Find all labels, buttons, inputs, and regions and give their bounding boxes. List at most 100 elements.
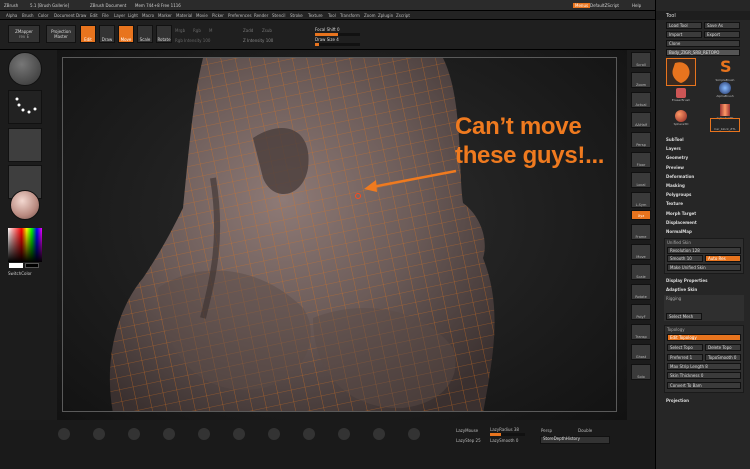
menu-material[interactable]: Material bbox=[176, 13, 192, 18]
zoom-button[interactable]: Zoom bbox=[631, 72, 651, 88]
edit-button[interactable]: Edit bbox=[80, 25, 96, 43]
menu-light[interactable]: Light bbox=[128, 13, 138, 18]
secondary-color-swatch[interactable] bbox=[25, 263, 39, 268]
brush-slot-icon[interactable] bbox=[338, 428, 350, 440]
ghost-button[interactable]: Ghost bbox=[631, 344, 651, 360]
smooth-slider[interactable]: Smooth 10 bbox=[667, 255, 703, 262]
menu-texture[interactable]: Texture bbox=[308, 13, 323, 18]
menu-stroke[interactable]: Stroke bbox=[290, 13, 303, 18]
alphabrush-thumbnail[interactable]: AlphaBrush bbox=[710, 82, 740, 102]
geometry-section[interactable]: Geometry bbox=[666, 153, 697, 162]
store-depth-history-button[interactable]: StoreDepthHistory bbox=[540, 436, 610, 444]
topo-smooth-slider[interactable]: TopoSmooth 0 bbox=[705, 354, 741, 361]
topology-title[interactable]: Topology bbox=[665, 326, 743, 333]
lazystep-label[interactable]: LazyStep 25 bbox=[456, 438, 481, 443]
brush-slot-icon[interactable] bbox=[198, 428, 210, 440]
lazymouse-toggle[interactable]: LazyMouse bbox=[456, 428, 478, 433]
sphere3d-thumbnail[interactable]: Sphere3D bbox=[666, 110, 696, 130]
skin-thickness-slider[interactable]: Skin Thickness 0 bbox=[667, 372, 741, 379]
menu-zoom[interactable]: Zoom bbox=[364, 13, 376, 18]
zsub-toggle[interactable]: Zsub bbox=[262, 28, 272, 33]
clone-button[interactable]: Clone bbox=[666, 40, 740, 47]
resolution-slider[interactable]: Resolution 128 bbox=[667, 247, 741, 254]
local-button[interactable]: Local bbox=[631, 172, 651, 188]
brush-slot-icon[interactable] bbox=[58, 428, 70, 440]
stroke-thumbnail[interactable] bbox=[8, 90, 42, 124]
menu-zscript[interactable]: Zscript bbox=[396, 13, 410, 18]
polyf-button[interactable]: PolyF bbox=[631, 304, 651, 320]
rotate-view-button[interactable]: Rotate bbox=[631, 284, 651, 300]
export-button[interactable]: Export bbox=[704, 31, 740, 38]
solo-button[interactable]: Solo bbox=[631, 364, 651, 380]
delete-topo-button[interactable]: Delete Topo bbox=[705, 344, 741, 351]
simplebrush-thumbnail[interactable]: S SimpleBrush bbox=[710, 57, 740, 82]
unified-skin-title[interactable]: Unified Skin bbox=[665, 239, 743, 246]
menu-alpha[interactable]: Alpha bbox=[6, 13, 17, 18]
frame-button[interactable]: Frame bbox=[631, 224, 651, 240]
scroll-button[interactable]: Scroll bbox=[631, 52, 651, 68]
menu-draw[interactable]: Draw bbox=[76, 13, 86, 18]
switch-color-button[interactable]: SwitchColor bbox=[8, 271, 32, 276]
move-button[interactable]: Move bbox=[118, 25, 134, 43]
brush-slot-icon[interactable] bbox=[268, 428, 280, 440]
load-tool-button[interactable]: Load Tool bbox=[666, 22, 702, 29]
default-zscript-button[interactable]: DefaultZScript bbox=[590, 3, 619, 8]
brush-slot-icon[interactable] bbox=[373, 428, 385, 440]
brush-slot-icon[interactable] bbox=[408, 428, 420, 440]
lazyradius-label[interactable]: LazyRadius 38 bbox=[490, 427, 519, 432]
car-block-thumbnail[interactable]: Car_block_ZTL bbox=[710, 118, 740, 132]
aahalf-button[interactable]: AAHalf bbox=[631, 112, 651, 128]
display-properties-section[interactable]: Display Properties bbox=[666, 278, 707, 283]
xyz-button[interactable]: Xyz bbox=[631, 210, 651, 220]
lazysmooth-label[interactable]: LazySmooth 0 bbox=[490, 438, 518, 443]
menu-layer[interactable]: Layer bbox=[114, 13, 125, 18]
tool-palette-header[interactable]: Tool bbox=[656, 11, 750, 20]
help-button[interactable]: Help bbox=[632, 3, 641, 8]
menu-edit[interactable]: Edit bbox=[90, 13, 98, 18]
menu-stencil[interactable]: Stencil bbox=[272, 13, 286, 18]
layers-section[interactable]: Layers bbox=[666, 144, 697, 153]
current-tool-thumbnail[interactable] bbox=[666, 58, 696, 86]
menu-marker[interactable]: Marker bbox=[158, 13, 172, 18]
color-picker[interactable] bbox=[8, 228, 42, 262]
scale-view-button[interactable]: Scale bbox=[631, 264, 651, 280]
alpha-thumbnail[interactable] bbox=[8, 128, 42, 162]
menu-file[interactable]: File bbox=[102, 13, 109, 18]
menu-color[interactable]: Color bbox=[38, 13, 48, 18]
lsym-button[interactable]: L.Sym bbox=[631, 192, 651, 208]
main-color-swatch[interactable] bbox=[9, 263, 23, 268]
displacement-section[interactable]: Displacement bbox=[666, 218, 697, 227]
material-sphere-icon[interactable] bbox=[10, 190, 40, 220]
projection-master-button[interactable]: Projection Master bbox=[46, 25, 76, 43]
move-view-button[interactable]: Move bbox=[631, 244, 651, 260]
zadd-toggle[interactable]: Zadd bbox=[243, 28, 253, 33]
floor-button[interactable]: Floor bbox=[631, 152, 651, 168]
masking-section[interactable]: Masking bbox=[666, 181, 697, 190]
texture-section[interactable]: Texture bbox=[666, 199, 697, 208]
menu-zplugin[interactable]: Zplugin bbox=[378, 13, 393, 18]
adaptive-skin-section[interactable]: Adaptive Skin bbox=[666, 287, 697, 292]
rigging-title[interactable]: Rigging bbox=[664, 295, 744, 302]
brush-slot-icon[interactable] bbox=[233, 428, 245, 440]
transp-button[interactable]: Transp bbox=[631, 324, 651, 340]
scale-button[interactable]: Scale bbox=[137, 25, 153, 43]
polygroups-section[interactable]: Polygroups bbox=[666, 190, 697, 199]
import-button[interactable]: Import bbox=[666, 31, 702, 38]
brush-slot-icon[interactable] bbox=[163, 428, 175, 440]
save-as-button[interactable]: Save As bbox=[704, 22, 740, 29]
actual-button[interactable]: Actual bbox=[631, 92, 651, 108]
menu-transform[interactable]: Transform bbox=[340, 13, 360, 18]
edit-topology-button[interactable]: Edit Topology bbox=[667, 334, 741, 341]
brush-thumbnail[interactable] bbox=[8, 52, 42, 86]
brush-slot-icon[interactable] bbox=[303, 428, 315, 440]
mrgb-toggle[interactable]: Mrgb bbox=[175, 28, 185, 33]
auto-res-button[interactable]: Auto Res bbox=[705, 255, 741, 262]
projection-section[interactable]: Projection bbox=[666, 398, 689, 403]
document-canvas[interactable] bbox=[62, 57, 617, 412]
current-tool-field[interactable]: Body_ZIGR_SRB_RETOPO bbox=[666, 49, 740, 56]
draw-button[interactable]: Draw bbox=[99, 25, 115, 43]
brush-slot-icon[interactable] bbox=[128, 428, 140, 440]
eraserbrush-thumbnail[interactable]: EraserBrush bbox=[666, 88, 696, 108]
m-toggle[interactable]: M bbox=[209, 28, 212, 33]
zmapper-button[interactable]: ZMapper rev E bbox=[8, 25, 40, 43]
